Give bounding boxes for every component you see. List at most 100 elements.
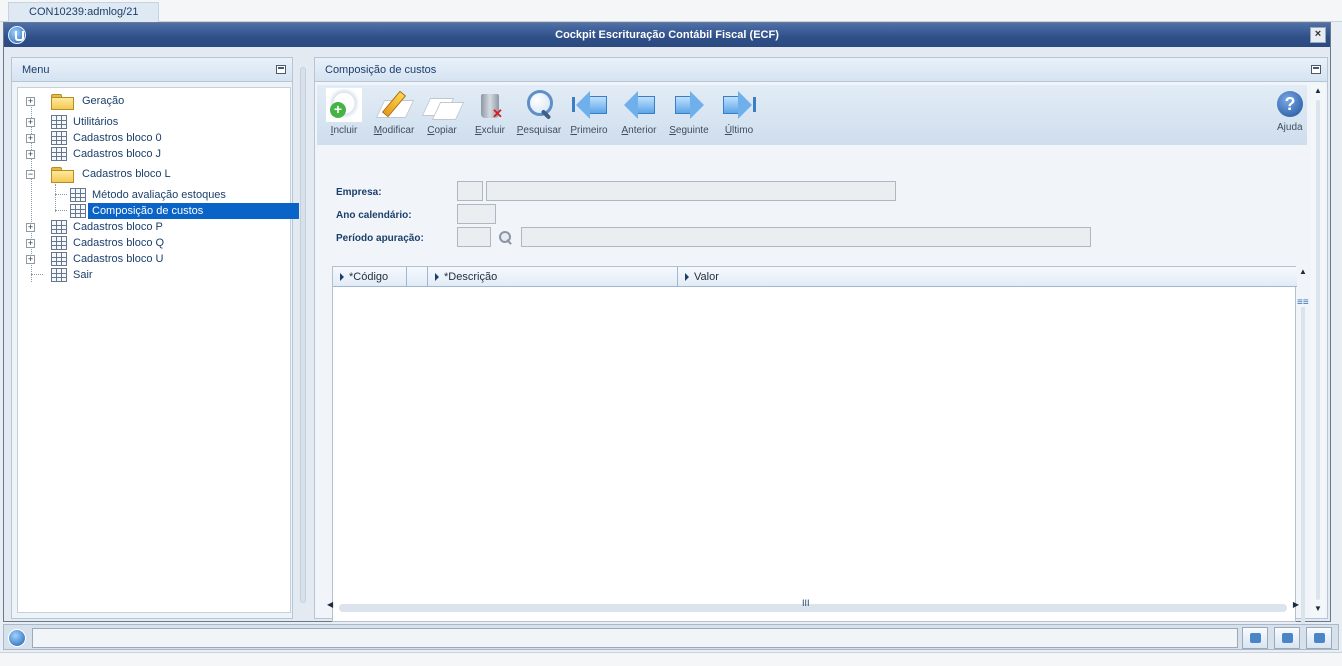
expand-icon[interactable]: +	[26, 150, 35, 159]
include-button[interactable]: Incluir	[319, 88, 369, 136]
edit-pencil-icon	[376, 88, 412, 122]
minimize-icon[interactable]	[276, 65, 286, 74]
content-panel: Composição de custos Incluir Modificar C…	[314, 57, 1328, 627]
next-button[interactable]: Seguinte	[664, 88, 714, 136]
table-icon	[51, 131, 67, 145]
expand-icon[interactable]: +	[26, 239, 35, 248]
minimize-icon[interactable]	[1311, 65, 1321, 74]
expand-icon[interactable]: +	[26, 223, 35, 232]
menu-item-utilitarios[interactable]: + Utilitários	[26, 114, 146, 130]
column-valor[interactable]: Valor	[678, 267, 1297, 287]
menu-item-cadastros-bloco-u[interactable]: + Cadastros bloco U	[26, 251, 166, 267]
menu-item-cadastros-bloco-p[interactable]: + Cadastros bloco P	[26, 219, 166, 235]
scroll-up-icon[interactable]: ▲	[1299, 267, 1307, 276]
menu-item-cadastros-bloco-q[interactable]: + Cadastros bloco Q	[26, 235, 166, 251]
chat-button[interactable]	[1306, 627, 1332, 649]
first-label: Primeiro	[570, 125, 608, 136]
help-label: Ajuda	[1277, 122, 1303, 133]
table-icon	[70, 204, 86, 218]
include-label: Incluir	[330, 125, 358, 136]
expand-icon[interactable]: +	[26, 118, 35, 127]
ano-calendario-label: Ano calendário:	[336, 210, 412, 221]
scroll-track[interactable]	[1301, 307, 1305, 627]
menu-item-label: Método avaliação estoques	[92, 189, 226, 201]
empresa-code-field[interactable]	[457, 181, 483, 201]
column-descricao[interactable]: *Descrição	[428, 267, 678, 287]
menu-panel: Menu + Geração + Utilitários + Cadastros…	[11, 57, 299, 619]
empresa-name-field[interactable]	[486, 181, 896, 201]
expand-icon[interactable]: +	[26, 255, 35, 264]
menu-item-label: Utilitários	[73, 116, 119, 128]
scroll-track[interactable]	[339, 604, 1287, 612]
add-document-icon	[326, 88, 362, 122]
periodo-description-field[interactable]	[521, 227, 1091, 247]
copy-label: Copiar	[427, 125, 457, 136]
horizontal-scrollbar[interactable]: ◀ III ▶	[327, 598, 1299, 614]
periodo-apuracao-field[interactable]	[457, 227, 491, 247]
session-tab[interactable]: CON10239:admlog/21	[8, 2, 160, 22]
title-bar: Cockpit Escrituração Contábil Fiscal (EC…	[4, 23, 1330, 47]
next-arrow-icon	[671, 88, 707, 122]
column-blank[interactable]	[407, 267, 428, 287]
last-button[interactable]: Último	[714, 88, 764, 136]
menu-item-label: Cadastros bloco U	[73, 253, 164, 265]
grid-vertical-scrollbar[interactable]: ▲ ≡≡	[1297, 267, 1311, 627]
scroll-right-icon[interactable]: ▶	[1293, 600, 1299, 609]
expand-icon[interactable]: +	[26, 97, 35, 106]
last-arrow-icon	[721, 88, 757, 122]
content-vertical-scrollbar[interactable]: ▲ ▼	[1311, 84, 1325, 618]
ano-calendario-field[interactable]	[457, 204, 496, 224]
session-bar: CON10239:admlog/21	[0, 0, 1342, 22]
search-label: Pesquisar	[516, 125, 562, 136]
search-button[interactable]: Pesquisar	[514, 88, 564, 136]
delete-button[interactable]: Excluir	[465, 88, 515, 136]
modify-button[interactable]: Modificar	[369, 88, 419, 136]
column-codigo[interactable]: *Código	[333, 267, 407, 287]
menu-item-geracao[interactable]: + Geração	[26, 93, 146, 110]
panel-splitter[interactable]	[300, 67, 306, 603]
expand-icon[interactable]: +	[26, 134, 35, 143]
lookup-search-icon[interactable]	[499, 231, 513, 245]
window-title: Cockpit Escrituração Contábil Fiscal (EC…	[555, 29, 779, 41]
menu-item-label-selected: Composição de custos	[88, 203, 299, 219]
table-icon	[70, 188, 86, 202]
menu-title: Menu	[22, 64, 50, 76]
menu-item-cadastros-bloco-l[interactable]: − Cadastros bloco L	[26, 166, 186, 183]
menu-item-metodo-avaliacao-estoques[interactable]: Método avaliação estoques	[68, 187, 248, 203]
menu-item-sair[interactable]: Sair	[26, 267, 126, 283]
app-logo-icon	[8, 26, 26, 44]
copy-button[interactable]: Copiar	[417, 88, 467, 136]
help-icon: ?	[1277, 91, 1303, 117]
close-button[interactable]: ×	[1310, 27, 1326, 43]
table-icon	[51, 236, 67, 250]
folder-icon	[51, 94, 74, 110]
collapse-icon[interactable]: −	[26, 170, 35, 179]
scroll-track[interactable]	[1316, 100, 1320, 600]
help-button[interactable]: ? Ajuda	[1277, 88, 1307, 133]
print-button[interactable]	[1274, 627, 1300, 649]
content-title: Composição de custos	[325, 64, 437, 76]
menu-item-label: Cadastros bloco P	[73, 221, 163, 233]
menu-item-label: Geração	[82, 95, 125, 107]
menu-item-label: Cadastros bloco L	[82, 168, 171, 180]
table-icon	[51, 115, 67, 129]
resize-button[interactable]	[1242, 627, 1268, 649]
modify-label: Modificar	[373, 125, 415, 136]
menu-item-cadastros-bloco-0[interactable]: + Cadastros bloco 0	[26, 130, 166, 146]
status-message-field[interactable]	[32, 628, 1238, 648]
menu-item-composicao-de-custos[interactable]: Composição de custos	[68, 203, 299, 219]
delete-label: Excluir	[474, 125, 505, 136]
scroll-down-icon[interactable]: ▼	[1311, 602, 1325, 616]
scroll-up-icon[interactable]: ▲	[1311, 84, 1325, 98]
first-button[interactable]: Primeiro	[564, 88, 614, 136]
content-panel-header: Composição de custos	[315, 58, 1327, 82]
scroll-grip-icon[interactable]: III	[802, 598, 810, 608]
previous-button[interactable]: Anterior	[614, 88, 664, 136]
menu-item-cadastros-bloco-j[interactable]: + Cadastros bloco J	[26, 146, 166, 162]
first-arrow-icon	[571, 88, 607, 122]
main-window: Cockpit Escrituração Contábil Fiscal (EC…	[3, 22, 1331, 627]
last-label: Último	[724, 125, 754, 136]
copy-icon	[424, 88, 460, 122]
app-logo-icon[interactable]	[8, 629, 26, 647]
scroll-left-icon[interactable]: ◀	[327, 600, 333, 609]
